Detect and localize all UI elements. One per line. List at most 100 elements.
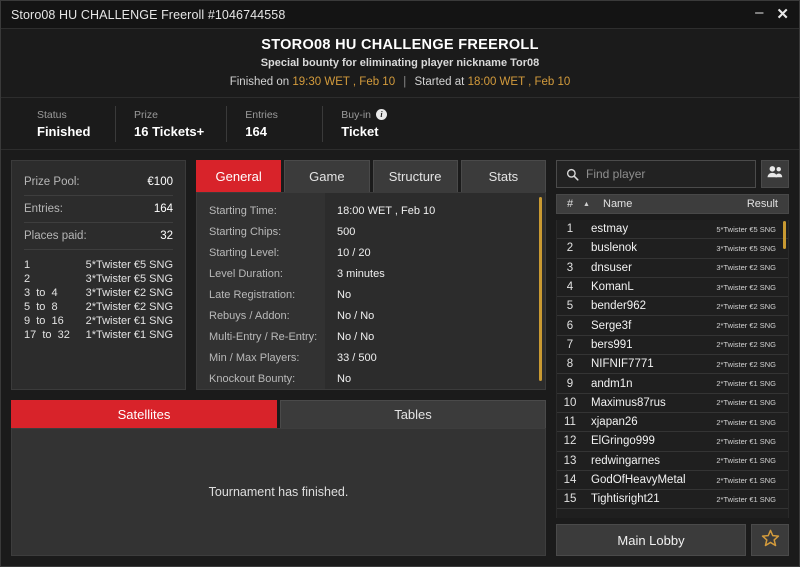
stat-buyin-label: Buy-in i — [341, 109, 396, 121]
player-result: 2*Twister €1 SNG — [716, 379, 776, 389]
table-row[interactable]: 15 Tightisright21 2*Twister €1 SNG — [557, 490, 788, 510]
player-rank: 9 — [566, 377, 574, 390]
satellites-section: Satellites Tables Tournament has finishe… — [11, 400, 546, 556]
detail-label: Rebuys / Addon: — [209, 310, 290, 322]
player-result: 3*Twister €2 SNG — [716, 263, 776, 273]
tournament-subtitle: Special bounty for eliminating player ni… — [260, 57, 540, 69]
search-icon — [566, 168, 579, 181]
player-list-header: # ▲ Name Result — [556, 194, 789, 214]
details-tabs: General Game Structure Stats — [196, 160, 546, 192]
player-list[interactable]: 1 estmay 5*Twister €5 SNG 2 buslenok 3*T… — [556, 220, 789, 518]
table-row[interactable]: 9 andm1n 2*Twister €1 SNG — [557, 374, 788, 394]
table-row[interactable]: 3 dnsuser 3*Twister €2 SNG — [557, 259, 788, 278]
table-row[interactable]: 11 xjapan26 2*Twister €1 SNG — [557, 413, 788, 433]
players-column: # ▲ Name Result 1 estmay 5*Twister €5 SN… — [556, 160, 789, 556]
column-header-number[interactable]: # — [557, 198, 583, 210]
player-rank: 2 — [566, 242, 574, 255]
player-name: bender962 — [591, 300, 646, 313]
minimize-icon[interactable]: – — [755, 5, 763, 20]
player-rank: 3 — [566, 261, 574, 274]
player-result: 5*Twister €5 SNG — [716, 224, 776, 234]
table-row[interactable]: 1 estmay 5*Twister €5 SNG — [557, 220, 788, 240]
table-row[interactable]: 13 redwingarnes 2*Twister €1 SNG — [557, 452, 788, 471]
player-rank: 1 — [566, 223, 574, 236]
search-input[interactable] — [586, 167, 746, 181]
tab-general[interactable]: General — [196, 160, 282, 192]
stat-entries-value: 164 — [245, 123, 267, 139]
player-result: 2*Twister €2 SNG — [716, 321, 776, 331]
info-icon[interactable]: i — [376, 109, 387, 120]
details-body: Starting Time: Starting Chips: Starting … — [196, 192, 546, 390]
table-row[interactable]: 14 GodOfHeavyMetal 2*Twister €1 SNG — [557, 471, 788, 491]
payout-row: 1 5*Twister €5 SNG — [24, 258, 173, 272]
satellites-message: Tournament has finished. — [208, 485, 349, 499]
table-row[interactable]: 10 Maximus87rus 2*Twister €1 SNG — [557, 394, 788, 413]
table-row[interactable]: 5 bender962 2*Twister €2 SNG — [557, 297, 788, 317]
player-rank: 10 — [563, 396, 577, 409]
payout-prize: 3*Twister €2 SNG — [85, 287, 173, 299]
time-separator: | — [403, 76, 407, 88]
finished-label: Finished on — [229, 76, 290, 88]
payout-row: 5 to 8 2*Twister €2 SNG — [24, 300, 173, 314]
details-scrollbar-thumb[interactable] — [539, 197, 542, 382]
payout-prize: 1*Twister €1 SNG — [85, 329, 173, 341]
prize-pool-value: €100 — [147, 176, 173, 188]
detail-value: 500 — [337, 226, 356, 238]
player-search-box[interactable] — [556, 160, 756, 188]
detail-value: No — [337, 289, 352, 301]
detail-label: Starting Chips: — [209, 226, 282, 238]
payout-place: 17 to 32 — [24, 329, 70, 341]
player-result: 2*Twister €1 SNG — [716, 494, 776, 504]
close-icon[interactable]: ✕ — [776, 7, 789, 22]
player-name: bers991 — [591, 338, 633, 351]
details-panel: General Game Structure Stats Starting Ti… — [196, 160, 546, 390]
table-row[interactable]: 7 bers991 2*Twister €2 SNG — [557, 336, 788, 356]
details-scrollbar[interactable] — [539, 197, 542, 385]
payout-row: 17 to 32 1*Twister €1 SNG — [24, 328, 173, 342]
table-row[interactable]: 2 buslenok 3*Twister €5 SNG — [557, 239, 788, 259]
detail-value-column: 18:00 WET , Feb 10 500 10 / 20 3 minutes… — [325, 193, 545, 389]
detail-value: 10 / 20 — [337, 247, 371, 259]
favorite-button[interactable] — [751, 524, 789, 556]
detail-label: Starting Time: — [209, 205, 277, 217]
tab-structure[interactable]: Structure — [372, 160, 458, 192]
stat-entries: Entries 164 — [226, 105, 322, 142]
table-row[interactable]: 4 KomanL 3*Twister €2 SNG — [557, 278, 788, 298]
people-button[interactable] — [761, 160, 789, 188]
window-title: Storo08 HU CHALLENGE Freeroll #104674455… — [11, 7, 286, 22]
sort-ascending-icon[interactable]: ▲ — [583, 201, 595, 208]
payout-place: 2 — [24, 273, 31, 285]
detail-label: Multi-Entry / Re-Entry: — [209, 331, 318, 343]
entries-value: 164 — [153, 203, 173, 215]
star-icon — [761, 529, 780, 552]
main-lobby-button[interactable]: Main Lobby — [556, 524, 746, 556]
tab-stats[interactable]: Stats — [460, 160, 546, 192]
column-header-result[interactable]: Result — [747, 198, 788, 210]
detail-value: No / No — [337, 310, 375, 322]
player-result: 2*Twister €2 SNG — [716, 359, 776, 369]
player-name: NIFNIF7771 — [591, 358, 654, 371]
status-strip: Status Finished Prize 16 Tickets+ Entrie… — [1, 98, 799, 150]
player-rank: 13 — [563, 454, 577, 467]
places-paid-row: Places paid: 32 — [24, 223, 173, 250]
payout-row: 3 to 4 3*Twister €2 SNG — [24, 286, 173, 300]
player-list-scrollbar[interactable] — [783, 221, 786, 249]
table-row[interactable]: 8 NIFNIF7771 2*Twister €2 SNG — [557, 355, 788, 375]
tournament-header: STORO08 HU CHALLENGE FREEROLL Special bo… — [1, 29, 799, 98]
payout-list: 1 5*Twister €5 SNG 2 3*Twister €5 SNG 3 … — [24, 250, 173, 342]
payout-prize: 3*Twister €5 SNG — [85, 273, 173, 285]
table-row[interactable]: 12 ElGringo999 2*Twister €1 SNG — [557, 432, 788, 452]
table-row[interactable]: 6 Serge3f 2*Twister €2 SNG — [557, 316, 788, 336]
satellites-tabs: Satellites Tables — [11, 400, 546, 428]
player-result: 2*Twister €1 SNG — [716, 475, 776, 485]
column-header-name[interactable]: Name — [595, 198, 747, 210]
stat-status: Status Finished — [19, 106, 115, 142]
entries-key: Entries: — [24, 203, 63, 215]
page-title: STORO08 HU CHALLENGE FREEROLL — [261, 37, 539, 53]
player-rank: 12 — [563, 435, 577, 448]
tab-game[interactable]: Game — [284, 160, 370, 192]
lobby-actions: Main Lobby — [556, 524, 789, 556]
payout-place: 5 to 8 — [24, 301, 58, 313]
tab-satellites[interactable]: Satellites — [11, 400, 277, 428]
tab-tables[interactable]: Tables — [280, 400, 546, 428]
